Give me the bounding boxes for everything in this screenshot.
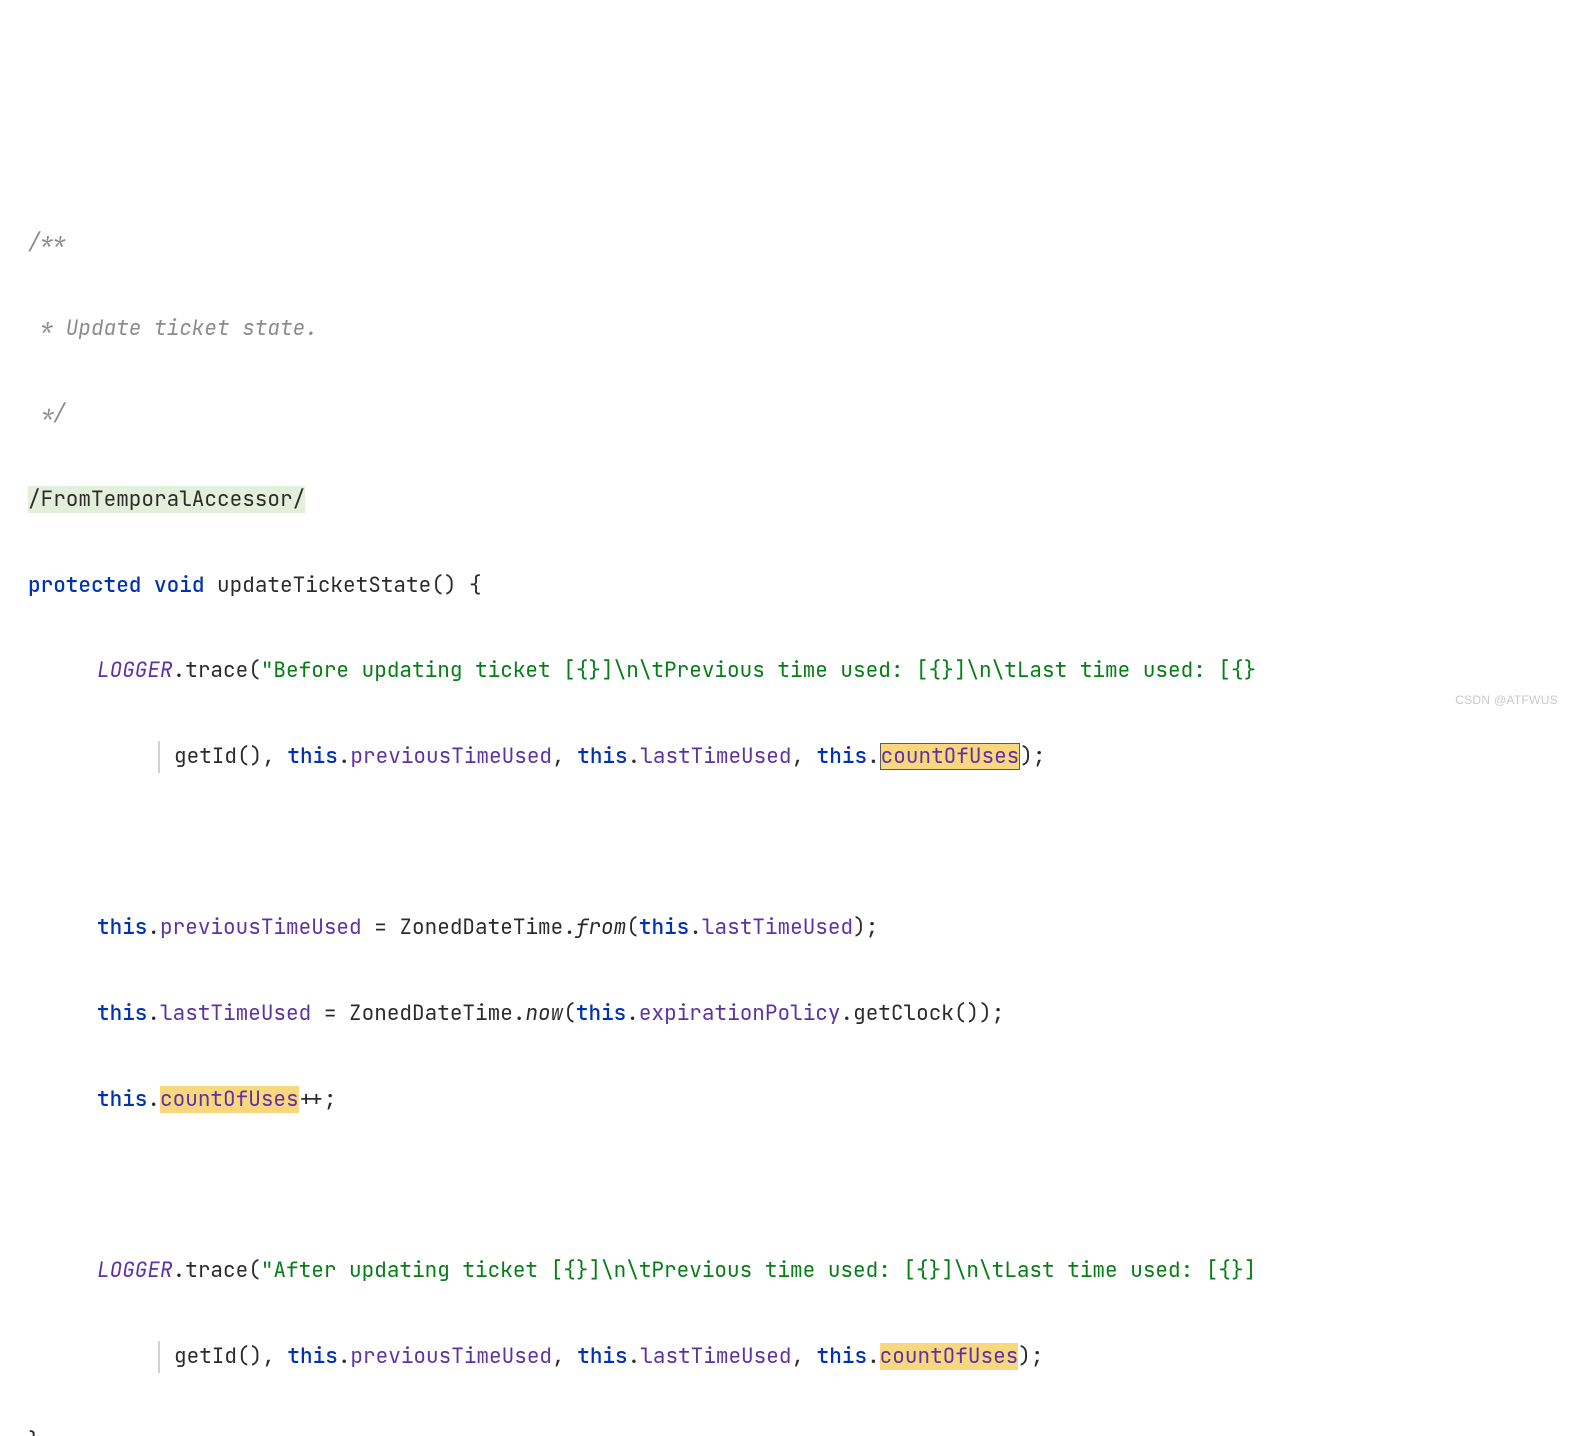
keyword-void: void	[154, 572, 204, 599]
keyword-this: this	[639, 914, 689, 941]
logger-ident: LOGGER	[97, 657, 173, 684]
javadoc-body: * Update ticket state.	[28, 315, 318, 342]
getid-call: getId()	[174, 1343, 262, 1370]
field-last: lastTimeUsed	[640, 743, 791, 770]
getid-call: getId()	[174, 743, 262, 770]
assign-previous: this.previousTimeUsed = ZonedDateTime.fr…	[0, 907, 1570, 950]
zdt-class: ZonedDateTime	[349, 1000, 513, 1027]
keyword-protected: protected	[28, 572, 141, 599]
keyword-this: this	[577, 1343, 627, 1370]
paren-brace: () {	[431, 572, 481, 599]
field-count-hl: countOfUses	[160, 1086, 299, 1113]
watermark-text: CSDN @ATFWUS	[1455, 688, 1558, 712]
getclock-call: getClock()	[853, 1000, 979, 1027]
wrap-guide-icon	[158, 741, 160, 773]
javadoc-close: */	[28, 400, 66, 427]
field-previous: previousTimeUsed	[350, 1343, 552, 1370]
trace-call: trace	[185, 1257, 248, 1284]
brace-close: }	[28, 1428, 41, 1436]
keyword-this: this	[576, 1000, 626, 1027]
field-last: lastTimeUsed	[160, 1000, 311, 1027]
field-previous: previousTimeUsed	[160, 914, 362, 941]
field-previous: previousTimeUsed	[350, 743, 552, 770]
keyword-this: this	[817, 743, 867, 770]
logger-before-args: getId(), this.previousTimeUsed, this.las…	[0, 736, 1570, 779]
string-literal-after: "After updating ticket [{}]\n\tPrevious …	[261, 1257, 1256, 1284]
keyword-this: this	[287, 1343, 337, 1370]
javadoc-open: /**	[28, 229, 66, 256]
string-literal-before: "Before updating ticket [{}]\n\tPrevious…	[261, 657, 1256, 684]
keyword-this: this	[97, 1000, 147, 1027]
keyword-this: this	[97, 914, 147, 941]
keyword-this: this	[817, 1343, 867, 1370]
field-exppolicy: expirationPolicy	[639, 1000, 841, 1027]
assign-last: this.lastTimeUsed = ZonedDateTime.now(th…	[0, 993, 1570, 1036]
logger-before-line: LOGGER.trace("Before updating ticket [{}…	[0, 650, 1570, 693]
method-name: updateTicketState	[217, 572, 431, 599]
field-count-hl: countOfUses	[880, 1343, 1019, 1370]
now-call: now	[525, 1000, 563, 1027]
field-count-hl-box: countOfUses	[880, 743, 1021, 770]
keyword-this: this	[577, 743, 627, 770]
field-last: lastTimeUsed	[640, 1343, 791, 1370]
method-signature: protected void updateTicketState() {	[0, 565, 1570, 608]
logger-after-line: LOGGER.trace("After updating ticket [{}]…	[0, 1250, 1570, 1293]
logger-ident: LOGGER	[97, 1257, 173, 1284]
wrap-guide-icon	[158, 1341, 160, 1373]
logger-after-args: getId(), this.previousTimeUsed, this.las…	[0, 1336, 1570, 1379]
increment-count: this.countOfUses++;	[0, 1079, 1570, 1122]
code-block: /** * Update ticket state. */ /FromTempo…	[0, 171, 1570, 1436]
trace-call: trace	[185, 657, 248, 684]
field-last: lastTimeUsed	[702, 914, 853, 941]
inlay-annotation: /FromTemporalAccessor/	[28, 486, 305, 513]
incr-op: ++	[299, 1086, 324, 1113]
keyword-this: this	[97, 1086, 147, 1113]
from-call: from	[576, 914, 626, 941]
keyword-this: this	[287, 743, 337, 770]
zdt-class: ZonedDateTime	[399, 914, 563, 941]
